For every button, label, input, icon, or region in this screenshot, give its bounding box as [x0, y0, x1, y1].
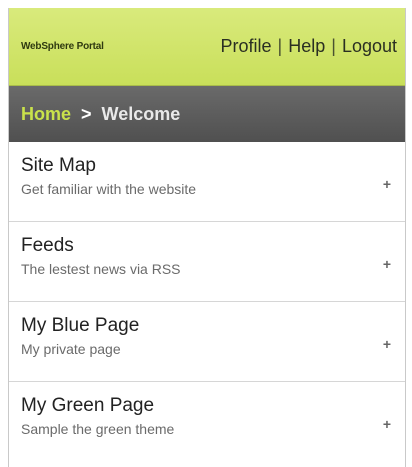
top-nav: Profile | Help | Logout: [221, 36, 398, 57]
logout-link[interactable]: Logout: [342, 36, 397, 57]
breadcrumb-current: Welcome: [101, 103, 181, 124]
header-bar: WebSphere Portal Profile | Help | Logout: [9, 8, 405, 86]
list-item-my-blue-page[interactable]: My Blue Page My private page +: [9, 302, 405, 382]
portal-frame: WebSphere Portal Profile | Help | Logout…: [8, 8, 406, 467]
list-item-subtitle: My private page: [21, 341, 121, 357]
profile-link[interactable]: Profile: [221, 36, 272, 57]
page-list: Site Map Get familiar with the website +…: [9, 142, 405, 462]
help-link[interactable]: Help: [288, 36, 325, 57]
brand-logo: WebSphere Portal: [21, 41, 104, 52]
list-item-site-map[interactable]: Site Map Get familiar with the website +: [9, 142, 405, 222]
breadcrumb-home-link[interactable]: Home: [21, 104, 71, 125]
plus-icon[interactable]: +: [383, 416, 391, 432]
list-item-feeds[interactable]: Feeds The lestest news via RSS +: [9, 222, 405, 302]
plus-icon[interactable]: +: [383, 336, 391, 352]
breadcrumb-arrow: >: [81, 103, 92, 124]
nav-separator: |: [277, 36, 283, 56]
list-item-my-green-page[interactable]: My Green Page Sample the green theme +: [9, 382, 405, 462]
list-item-subtitle: Get familiar with the website: [21, 181, 197, 197]
breadcrumb: Home > Welcome: [9, 86, 405, 142]
list-item-title: My Green Page: [21, 395, 155, 416]
list-item-subtitle: Sample the green theme: [21, 421, 175, 437]
plus-icon[interactable]: +: [383, 256, 391, 272]
plus-icon[interactable]: +: [383, 176, 391, 192]
list-item-title: Site Map: [21, 155, 96, 176]
nav-separator: |: [331, 36, 336, 56]
list-item-subtitle: The lestest news via RSS: [21, 261, 181, 277]
list-item-title: My Blue Page: [21, 315, 140, 336]
list-item-title: Feeds: [21, 235, 74, 256]
